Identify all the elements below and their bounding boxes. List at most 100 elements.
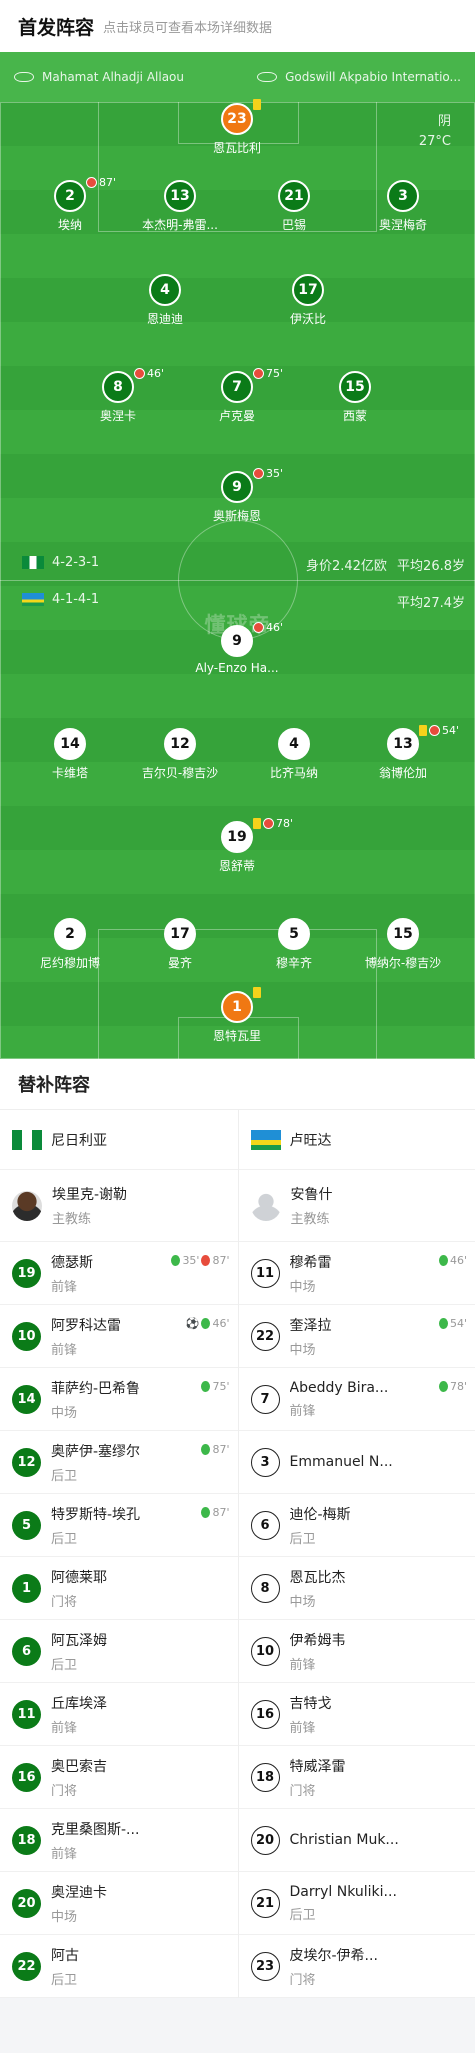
away-player[interactable]: 12 吉尔贝-穆吉沙 [120,728,240,781]
home-player[interactable]: 17 伊沃比 [248,274,368,327]
away-coach[interactable]: 安鲁什 主教练 [238,1170,475,1242]
weather-info: 阴 27°C [419,112,451,152]
sub-player-row[interactable]: 11 丘库埃泽 前锋 [0,1683,238,1746]
player-event-badge: 46' [134,367,164,380]
stadium-name: Godswill Akpabio Internatio... [285,70,461,84]
sub-player-row[interactable]: 22 阿古 后卫 [0,1935,238,1998]
sub-player-row[interactable]: 21 Darryl Nkuliki... 后卫 [238,1872,475,1935]
home-subs-column: 尼日利亚 埃里克-谢勒 主教练 19 德瑟斯 前锋 35' 87' 10 阿罗科达雷 前锋 ⚽ 46… [0,1110,238,1998]
away-team-row[interactable]: 卢旺达 [238,1110,475,1170]
sub-player-row[interactable]: 10 阿罗科达雷 前锋 ⚽ 46' [0,1305,238,1368]
home-player[interactable]: 13 本杰明-弗雷... [120,180,240,233]
sub-minute: 46' [147,367,165,380]
home-player[interactable]: 7 卢克曼 75' [177,367,297,424]
player-number: 12 [12,1447,41,1477]
sub-player-row[interactable]: 22 奎泽拉 中场 54' [238,1305,475,1368]
player-number: 20 [250,1825,280,1855]
player-name: 奥涅卡 [99,409,136,423]
home-player[interactable]: 3 奥涅梅奇 [343,180,463,233]
sub-player-row[interactable]: 19 德瑟斯 前锋 35' 87' [0,1242,238,1305]
away-player[interactable]: 14 卡维塔 [10,728,130,781]
player-events: 46' [438,1254,467,1267]
sub-player-row[interactable]: 6 迪伦-梅斯 后卫 [238,1494,475,1557]
player-position: 后卫 [51,1657,78,1673]
player-number: 6 [250,1510,280,1540]
coach-role: 主教练 [52,1212,92,1227]
player-name: 吉尔贝-穆吉沙 [141,766,219,780]
sub-player-row[interactable]: 14 菲萨约-巴希鲁 中场 75' [0,1368,238,1431]
away-player[interactable]: 2 尼约穆加博 [10,918,130,971]
sub-player-row[interactable]: 18 特威泽雷 门将 [238,1746,475,1809]
player-name: 博纳尔-穆吉沙 [364,956,442,970]
player-event-badge [253,99,261,110]
away-player[interactable]: 19 恩舒蒂 78' [177,817,297,874]
player-name: 埃纳 [57,218,82,232]
player-event-badge: 46' [253,621,283,634]
player-position: 中场 [289,1342,316,1358]
sub-player-row[interactable]: 12 奥萨伊-塞缪尔 后卫 87' [0,1431,238,1494]
sub-player-row[interactable]: 5 特罗斯特-埃孔 后卫 87' [0,1494,238,1557]
sub-player-row[interactable]: 11 穆希雷 中场 46' [238,1242,475,1305]
player-number: 22 [250,1321,280,1351]
sub-player-row[interactable]: 8 恩瓦比杰 中场 [238,1557,475,1620]
home-player[interactable]: 23 恩瓦比利 [177,99,297,156]
home-coach[interactable]: 埃里克-谢勒 主教练 [0,1170,238,1242]
sub-player-row[interactable]: 16 奥巴索吉 门将 [0,1746,238,1809]
player-position: 前锋 [51,1279,78,1295]
sub-player-row[interactable]: 7 Abeddy Bira... 前锋 78' [238,1368,475,1431]
player-number: 5 [278,918,310,950]
player-number: 9 [221,471,253,503]
player-number: 11 [12,1699,41,1729]
referee-name: Mahamat Alhadji Allaou [42,70,185,84]
event-minute: 35' [182,1254,200,1267]
away-player[interactable]: 13 翁博伦加 54' [343,724,463,781]
event-minute: 46' [449,1254,467,1267]
player-name: 尼约穆加博 [39,956,100,970]
home-player[interactable]: 15 西蒙 [295,371,415,424]
away-player[interactable]: 9 Aly-Enzo Ha... 46' [177,621,297,675]
sub-player-row[interactable]: 3 Emmanuel N... [238,1431,475,1494]
player-number: 18 [12,1825,41,1855]
player-position: 门将 [289,1783,316,1799]
sub-player-row[interactable]: 16 吉特戈 前锋 [238,1683,475,1746]
away-player[interactable]: 4 比齐马纳 [234,728,354,781]
home-stats: 身价2.42亿欧 平均26.8岁 [306,555,465,574]
sub-player-row[interactable]: 20 奥涅迪卡 中场 [0,1872,238,1935]
home-player[interactable]: 4 恩迪迪 [105,274,225,327]
away-player[interactable]: 17 曼齐 [120,918,240,971]
player-name: 卡维塔 [51,766,88,780]
home-player[interactable]: 8 奥涅卡 46' [58,367,178,424]
player-position: 前锋 [289,1720,316,1736]
home-player[interactable]: 21 巴锡 [234,180,354,233]
away-formation: 4-1-4-1 [22,592,99,607]
sub-player-row[interactable]: 23 皮埃尔-伊希... 门将 [238,1935,475,1998]
home-player[interactable]: 9 奥斯梅恩 35' [177,467,297,524]
sub-player-row[interactable]: 6 阿瓦泽姆 后卫 [0,1620,238,1683]
match-info-bar: Mahamat Alhadji Allaou Godswill Akpabio … [0,52,475,102]
away-player[interactable]: 5 穆辛齐 [234,918,354,971]
player-number: 3 [250,1447,280,1477]
away-player[interactable]: 1 恩特瓦里 [177,987,297,1044]
sub-player-row[interactable]: 10 伊希姆韦 前锋 [238,1620,475,1683]
sub-in-icon [171,1255,181,1266]
sub-minute: 35' [266,467,284,480]
sub-player-row[interactable]: 18 克里桑图斯-... 前锋 [0,1809,238,1872]
home-team-row[interactable]: 尼日利亚 [0,1110,238,1170]
sub-player-row[interactable]: 20 Christian Muk... [238,1809,475,1872]
player-position: 中场 [289,1279,316,1295]
lineup-header: 首发阵容 点击球员可查看本场详细数据 [0,0,475,52]
sub-player-row[interactable]: 1 阿德莱耶 门将 [0,1557,238,1620]
away-player[interactable]: 15 博纳尔-穆吉沙 [343,918,463,971]
home-player[interactable]: 2 埃纳 87' [10,176,130,233]
player-number: 13 [387,728,419,760]
rwanda-flag-icon [250,1129,281,1150]
coach-role: 主教练 [290,1212,330,1227]
player-number: 21 [278,180,310,212]
coach-avatar [250,1190,281,1221]
home-value: 身价2.42亿欧 [305,559,387,574]
sub-in-icon [201,1318,211,1329]
player-number: 7 [221,371,253,403]
sub-out-icon [253,622,264,633]
player-name: 皮埃尔-伊希... [289,1947,378,1964]
player-number: 7 [250,1384,280,1414]
